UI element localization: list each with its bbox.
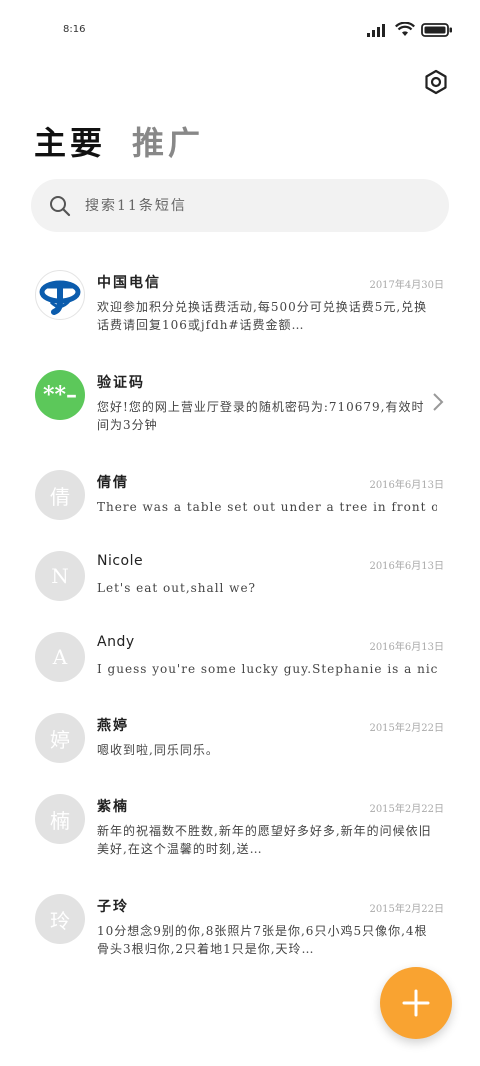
conversation-preview: 欢迎参加积分兑换话费活动,每500分可兑换话费5元,兑换话费请回复106或jfd… [97,300,428,332]
conversation-date: 2015年2月22日 [369,804,444,815]
conversation-preview: There was a table set out under a tree i… [97,500,437,514]
conversation-item[interactable]: N Nicole 2016年6月13日 Let's eat out,shall … [0,539,480,620]
china-telecom-logo-icon [39,280,81,315]
plus-icon [402,989,430,1017]
wifi-icon [395,22,415,36]
avatar: 倩 [35,470,85,520]
settings-button[interactable] [420,66,452,98]
search-icon [50,195,71,216]
conversation-preview: 嗯收到啦,同乐同乐。 [97,743,219,757]
conversation-name: 中国电信 [97,275,161,291]
avatar: 楠 [35,794,85,844]
conversation-name: 子玲 [97,899,129,915]
conversation-preview: 10分想念9别的你,8张照片7张是你,6只小鸡5只像你,4根骨头3根归你,2只着… [97,924,428,956]
conversation-name: Nicole [97,553,144,569]
conversation-name: 验证码 [97,375,145,391]
conversation-list: 中国电信 2017年4月30日 欢迎参加积分兑换话费活动,每500分可兑换话费5… [0,258,480,982]
conversation-item[interactable]: 倩 倩倩 2016年6月13日 There was a table set ou… [0,458,480,539]
conversation-preview: I guess you're some lucky guy.Stephanie … [97,662,437,676]
tab-bar: 主要 推广 [34,118,204,164]
tab-main[interactable]: 主要 [34,118,106,164]
conversation-preview: 您好!您的网上营业厅登录的随机密码为:710679,有效时间为3分钟 [97,400,425,432]
conversation-item[interactable]: A Andy 2016年6月13日 I guess you're some lu… [0,620,480,701]
conversation-date: 2015年2月22日 [369,904,444,915]
conversation-date: 2017年4月30日 [369,280,444,291]
search-input[interactable] [85,197,405,214]
signal-icon [367,23,385,37]
battery-icon [421,22,452,37]
tab-promotions[interactable]: 推广 [132,118,204,164]
status-time: 8:16 [63,24,86,35]
conversation-item[interactable]: **– 验证码 您好!您的网上营业厅登录的随机密码为:710679,有效时间为3… [0,358,480,458]
avatar: **– [35,370,85,420]
conversation-item[interactable]: 楠 紫楠 2015年2月22日 新年的祝福数不胜数,新年的愿望好多好多,新年的问… [0,782,480,882]
conversation-date: 2016年6月13日 [369,480,444,491]
avatar: A [35,632,85,682]
conversation-date: 2015年2月22日 [369,723,444,734]
conversation-date: 2016年6月13日 [369,561,444,572]
status-icons [367,22,453,37]
conversation-item[interactable]: 婷 燕婷 2015年2月22日 嗯收到啦,同乐同乐。 [0,701,480,782]
avatar: N [35,551,85,601]
conversation-item[interactable]: 中国电信 2017年4月30日 欢迎参加积分兑换话费活动,每500分可兑换话费5… [0,258,480,358]
conversation-name: 倩倩 [97,475,129,491]
conversation-name: 紫楠 [97,799,129,815]
conversation-preview: 新年的祝福数不胜数,新年的愿望好多好多,新年的问候依旧美好,在这个温馨的时刻,送… [97,824,432,856]
avatar: 玲 [35,894,85,944]
conversation-name: Andy [97,634,135,650]
conversation-preview: Let's eat out,shall we? [97,581,256,595]
gear-icon [425,69,447,95]
avatar: 婷 [35,713,85,763]
avatar [35,270,85,320]
conversation-name: 燕婷 [97,718,129,734]
search-bar[interactable] [31,179,449,232]
new-message-button[interactable] [380,967,452,1039]
conversation-date: 2016年6月13日 [369,642,444,653]
status-bar: 8:16 [0,0,480,60]
